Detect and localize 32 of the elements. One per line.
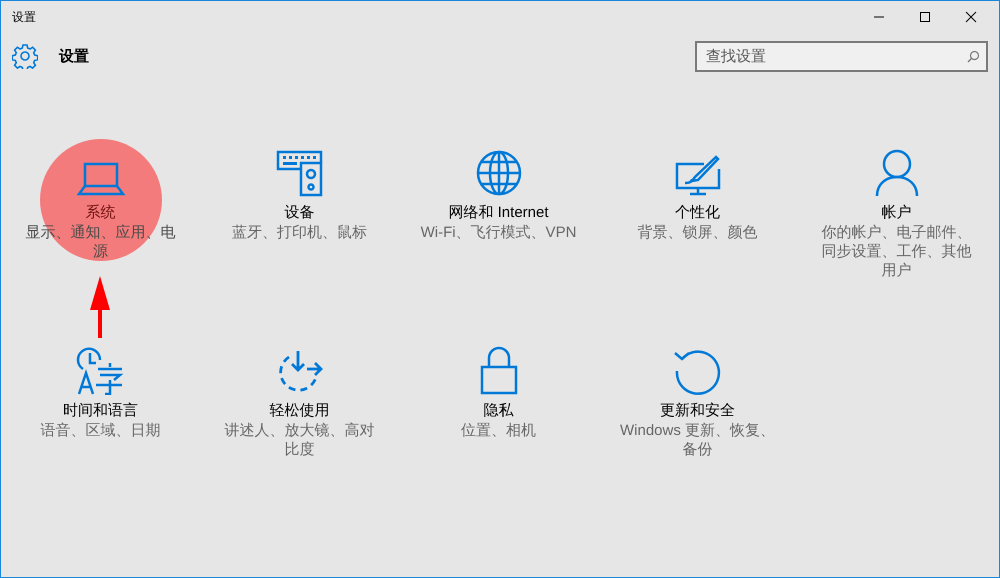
person-icon [874, 149, 918, 197]
settings-icon [12, 43, 38, 69]
category-description: 你的帐户、电子邮件、同步设置、工作、其他用户 [820, 223, 972, 280]
keyboard-speaker-icon [274, 149, 324, 197]
category-title: 系统 [86, 203, 116, 223]
category-description: 背景、锁屏、颜色 [638, 223, 758, 242]
padlock-icon [478, 345, 518, 395]
category-description: 语音、区域、日期 [40, 421, 160, 440]
arrow-annotation [90, 276, 110, 338]
search-icon[interactable] [967, 50, 980, 62]
category-title: 帐户 [882, 203, 912, 223]
category-description: 讲述人、放大镜、高对比度 [224, 421, 376, 459]
category-title: 设备 [284, 203, 314, 223]
globe-icon [474, 149, 522, 197]
window-title: 设置 [12, 8, 36, 26]
category-title: 轻松使用 [270, 401, 330, 421]
category-title: 隐私 [484, 401, 514, 421]
category-title: 时间和语言 [63, 401, 138, 421]
close-icon[interactable] [965, 11, 977, 23]
category-description: 蓝牙、打印机、鼠标 [232, 223, 367, 242]
category-description: Wi-Fi、飞行模式、VPN [420, 223, 576, 242]
laptop-icon [76, 161, 126, 197]
maximize-icon[interactable] [919, 11, 931, 23]
search-field[interactable]: 查找设置 [695, 40, 988, 72]
clock-letter-icon [76, 347, 126, 395]
page-title: 设置 [59, 46, 90, 66]
category-title: 网络和 Internet [448, 203, 549, 223]
category-description: Windows 更新、恢复、备份 [618, 421, 776, 459]
monitor-brush-icon [674, 153, 722, 197]
category-title: 更新和安全 [660, 401, 735, 421]
category-title: 个性化 [675, 203, 720, 223]
category-description: 位置、相机 [461, 421, 536, 440]
